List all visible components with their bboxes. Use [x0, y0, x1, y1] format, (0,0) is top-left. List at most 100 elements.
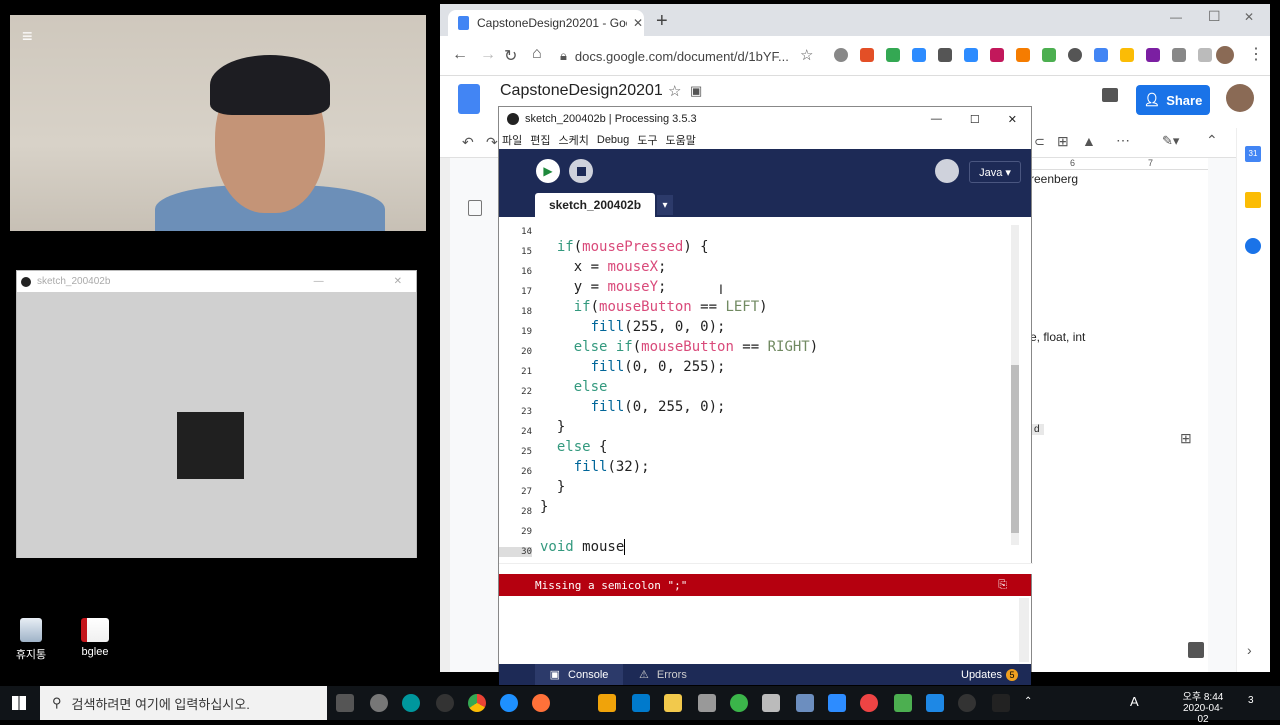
extension-icon[interactable]: [964, 48, 978, 62]
document-title[interactable]: CapstoneDesign20201: [500, 82, 663, 100]
updates-button[interactable]: Updates 5: [961, 664, 1018, 685]
add-comment-icon[interactable]: ⊞: [1180, 430, 1192, 447]
image-icon[interactable]: ▲: [1082, 133, 1096, 149]
app-icon[interactable]: [894, 694, 912, 712]
debugger-icon[interactable]: [935, 159, 959, 183]
account-avatar[interactable]: [1226, 84, 1254, 112]
new-tab-button[interactable]: +: [656, 10, 668, 33]
more-icon[interactable]: ⋯: [1116, 132, 1130, 149]
redo-icon[interactable]: ↷: [486, 134, 498, 151]
close-icon[interactable]: ✕: [1244, 10, 1254, 24]
stop-button[interactable]: [569, 159, 593, 183]
document-page[interactable]: reenberg e, float, int d ⊞: [1030, 158, 1208, 672]
extension-icon[interactable]: [912, 48, 926, 62]
tab-close-icon[interactable]: ✕: [633, 16, 643, 30]
horizontal-scrollbar[interactable]: [499, 563, 1033, 574]
calendar-icon[interactable]: 31: [1245, 146, 1261, 162]
sketch-canvas[interactable]: [17, 292, 416, 558]
close-icon[interactable]: ✕: [1008, 113, 1017, 126]
code-line[interactable]: if(mouseButton == LEFT): [540, 299, 768, 315]
extension-icon[interactable]: [1146, 48, 1160, 62]
settings-gear-icon[interactable]: [370, 694, 388, 712]
explore-icon[interactable]: [1188, 642, 1204, 658]
search-box[interactable]: ⚲ 검색하려면 여기에 입력하십시오.: [40, 686, 327, 720]
snipping-tool-icon[interactable]: [698, 694, 716, 712]
tab-sketch_200402b[interactable]: sketch_200402b: [535, 193, 655, 217]
mode-selector[interactable]: Java ▾: [969, 161, 1021, 183]
code-line[interactable]: fill(0, 0, 255);: [540, 359, 726, 375]
copy-error-icon[interactable]: ⎘: [998, 578, 1007, 592]
extension-icon[interactable]: [1068, 48, 1082, 62]
desktop-icon-recycle-bin[interactable]: 휴지통: [6, 618, 56, 662]
code-line[interactable]: y = mouseY;: [540, 279, 667, 295]
profile-avatar[interactable]: [1216, 46, 1234, 64]
extension-icon[interactable]: [834, 48, 848, 62]
add-comment-icon[interactable]: ⊞: [1057, 133, 1069, 150]
code-line[interactable]: if(mousePressed) {: [540, 239, 709, 255]
code-line[interactable]: fill(32);: [540, 459, 650, 475]
app-icon[interactable]: [796, 694, 814, 712]
link-icon[interactable]: ⊂: [1034, 134, 1045, 150]
extension-icon[interactable]: [1198, 48, 1212, 62]
extension-icon[interactable]: [1042, 48, 1056, 62]
forward-icon[interactable]: →: [480, 46, 496, 64]
app-icon[interactable]: [926, 694, 944, 712]
minimize-icon[interactable]: —: [314, 276, 324, 287]
app-icon[interactable]: [762, 694, 780, 712]
browser-tab[interactable]: CapstoneDesign20201 - Googl ✕: [448, 10, 644, 36]
processing-running-icon[interactable]: [958, 694, 976, 712]
app-icon[interactable]: [860, 694, 878, 712]
home-icon[interactable]: ⌂: [532, 45, 542, 63]
menu-edit[interactable]: 편집: [530, 132, 550, 148]
extension-icon[interactable]: [990, 48, 1004, 62]
extension-icon[interactable]: [886, 48, 900, 62]
share-button[interactable]: 👤︎ Share: [1136, 85, 1210, 115]
windows-start-icon[interactable]: [12, 696, 26, 710]
minimize-icon[interactable]: —: [1170, 10, 1182, 24]
outlook-icon[interactable]: [598, 694, 616, 712]
code-line[interactable]: else {: [540, 439, 608, 455]
undo-icon[interactable]: ↶: [462, 134, 474, 151]
code-line-current[interactable]: void mouse: [540, 539, 626, 555]
address-bar[interactable]: 🔒︎ docs.google.com/document/d/1bYF...: [560, 42, 820, 70]
firefox-icon[interactable]: [532, 694, 550, 712]
app-icon[interactable]: [992, 694, 1010, 712]
code-line[interactable]: x = mouseX;: [540, 259, 667, 275]
reload-icon[interactable]: ↻: [504, 46, 517, 66]
star-icon[interactable]: ☆: [668, 82, 681, 100]
menu-help[interactable]: 도움말: [666, 132, 696, 148]
scrollbar-thumb[interactable]: [1011, 365, 1019, 533]
tab-menu-icon[interactable]: ▾: [657, 195, 673, 215]
vertical-scrollbar[interactable]: [1011, 225, 1019, 545]
close-icon[interactable]: ✕: [394, 276, 402, 287]
chrome-icon[interactable]: [468, 694, 486, 712]
collapse-icon[interactable]: ⌃: [1206, 132, 1218, 149]
code-line[interactable]: else if(mouseButton == RIGHT): [540, 339, 818, 355]
menu-debug[interactable]: Debug: [597, 134, 629, 146]
desktop-icon-bglee[interactable]: bglee: [70, 618, 120, 658]
back-icon[interactable]: ←: [452, 46, 468, 64]
vscode-icon[interactable]: [632, 694, 650, 712]
tasks-icon[interactable]: [1245, 238, 1261, 254]
code-line[interactable]: }: [540, 499, 548, 515]
bookmark-star-icon[interactable]: ☆: [800, 46, 813, 64]
edit-mode-icon[interactable]: ✎▾: [1162, 133, 1179, 149]
keep-icon[interactable]: [1245, 192, 1261, 208]
docs-logo-icon[interactable]: [458, 84, 480, 114]
file-explorer-icon[interactable]: [664, 694, 682, 712]
console-scrollbar[interactable]: [1019, 598, 1029, 662]
extension-icon[interactable]: [1094, 48, 1108, 62]
tray-chevron-icon[interactable]: ⌃: [1024, 696, 1032, 707]
console-tab[interactable]: ▣ Console: [535, 664, 623, 685]
extension-icon[interactable]: [1016, 48, 1030, 62]
processing-titlebar[interactable]: sketch_200402b | Processing 3.5.3 — ☐ ✕: [499, 107, 1031, 131]
menu-file[interactable]: 파일: [502, 132, 522, 148]
ime-indicator[interactable]: A: [1130, 694, 1139, 709]
code-line[interactable]: fill(255, 0, 0);: [540, 319, 726, 335]
chrome-menu-icon[interactable]: ⋮: [1248, 44, 1264, 64]
menu-sketch[interactable]: 스케치: [559, 132, 589, 148]
edge-icon[interactable]: [500, 694, 518, 712]
move-folder-icon[interactable]: ▣: [690, 83, 702, 99]
extension-icon[interactable]: [938, 48, 952, 62]
clock[interactable]: 오후 8:44 2020-04-02: [1180, 688, 1226, 725]
